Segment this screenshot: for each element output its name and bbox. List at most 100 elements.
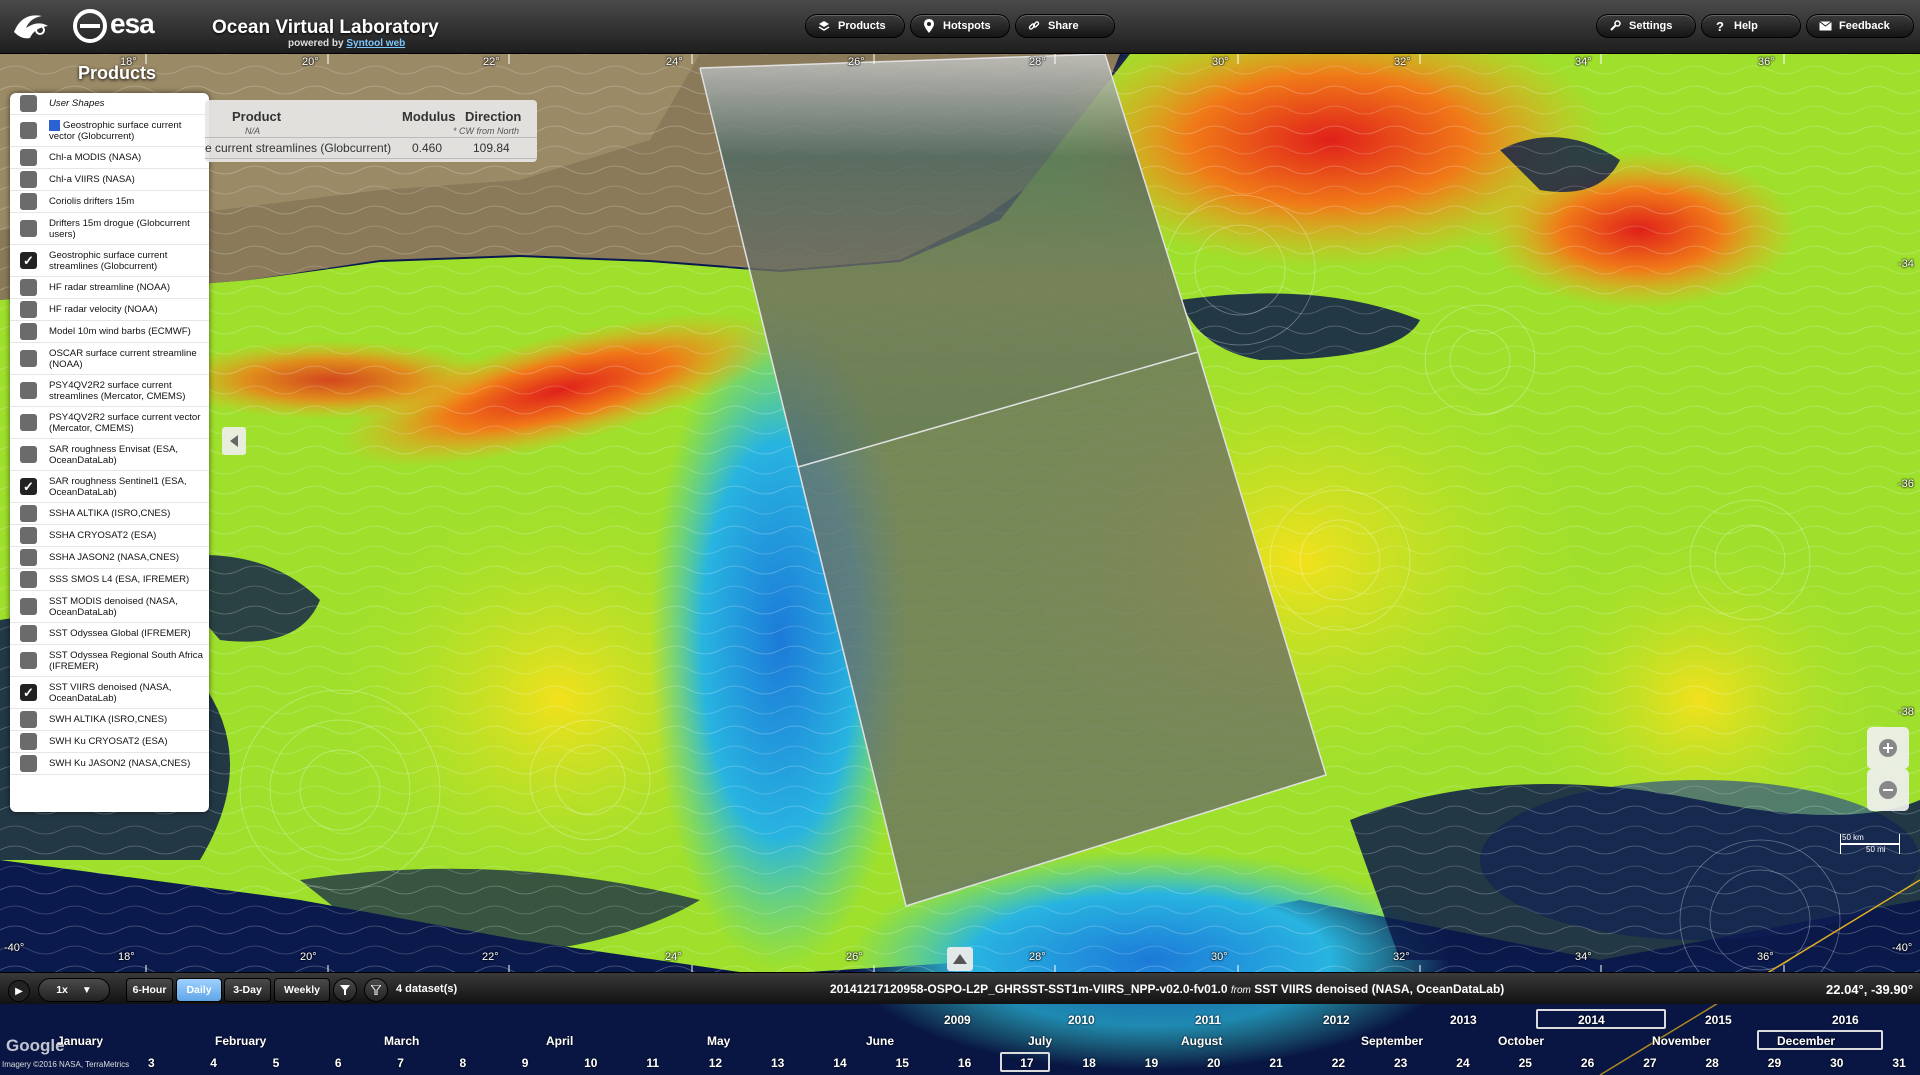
checkbox-checked[interactable]: ✓ (20, 478, 37, 495)
timeline-day[interactable]: 13 (771, 1056, 784, 1070)
help-button[interactable]: ? Help (1701, 14, 1801, 38)
timeline-day[interactable]: 6 (335, 1056, 342, 1070)
product-item[interactable]: Chl-a VIIRS (NASA) (10, 169, 209, 191)
settings-button[interactable]: Settings (1596, 14, 1696, 38)
product-item[interactable]: SWH Ku CRYOSAT2 (ESA) (10, 731, 209, 753)
speed-select[interactable]: 1x ▼ (38, 978, 110, 1002)
timeline-month[interactable]: February (215, 1034, 266, 1048)
checkbox[interactable] (20, 505, 37, 522)
timeline-day[interactable]: 30 (1830, 1056, 1843, 1070)
filter-toggle-button[interactable] (364, 978, 388, 1002)
timeline-year[interactable]: 2016 (1832, 1013, 1859, 1027)
product-item[interactable]: SST Odyssea Global (IFREMER) (10, 623, 209, 645)
product-item[interactable]: PSY4QV2R2 surface current streamlines (M… (10, 375, 209, 407)
timeline-day[interactable]: 5 (273, 1056, 280, 1070)
timeline-day[interactable]: 7 (397, 1056, 404, 1070)
product-item[interactable]: Coriolis drifters 15m (10, 191, 209, 213)
play-button[interactable]: ▶ (8, 980, 30, 1002)
product-item[interactable]: OSCAR surface current streamline (NOAA) (10, 343, 209, 375)
feedback-button[interactable]: Feedback (1806, 14, 1914, 38)
time-step-daily[interactable]: Daily (176, 978, 222, 1002)
timeline-day[interactable]: 26 (1581, 1056, 1594, 1070)
product-item[interactable]: ✓ Geostrophic surface current streamlines… (10, 245, 209, 277)
timeline-month[interactable]: September (1361, 1034, 1423, 1048)
timeline-year[interactable]: 2012 (1323, 1013, 1350, 1027)
product-item[interactable]: HF radar streamline (NOAA) (10, 277, 209, 299)
checkbox-checked[interactable]: ✓ (20, 684, 37, 701)
timeline-day[interactable]: 22 (1332, 1056, 1345, 1070)
checkbox[interactable] (20, 652, 37, 669)
timeline-day[interactable]: 12 (709, 1056, 722, 1070)
timeline-day[interactable]: 23 (1394, 1056, 1407, 1070)
product-item[interactable]: Drifters 15m drogue (Globcurrent users) (10, 213, 209, 245)
timeline-day[interactable]: 20 (1207, 1056, 1220, 1070)
checkbox[interactable] (20, 171, 37, 188)
timeline[interactable]: 2009 2010 2011 2012 2013 2014 2015 2016 January F… (0, 1004, 1920, 1075)
timeline-day[interactable]: 16 (958, 1056, 971, 1070)
timeline-day[interactable]: 8 (460, 1056, 467, 1070)
checkbox[interactable] (20, 549, 37, 566)
timeline-day[interactable]: 17 (1020, 1056, 1033, 1070)
checkbox[interactable] (20, 598, 37, 615)
timeline-day[interactable]: 27 (1643, 1056, 1656, 1070)
timeline-day[interactable]: 28 (1706, 1056, 1719, 1070)
checkbox[interactable] (20, 527, 37, 544)
product-item[interactable]: Geostrophic surface current vector (Glob… (10, 115, 209, 147)
syntool-link[interactable]: Syntool web (346, 38, 405, 49)
hotspots-button[interactable]: Hotspots (910, 14, 1010, 38)
timeline-year[interactable]: 2009 (944, 1013, 971, 1027)
checkbox-checked[interactable]: ✓ (20, 252, 37, 269)
timeline-day[interactable]: 31 (1892, 1056, 1905, 1070)
timeline-year[interactable]: 2013 (1450, 1013, 1477, 1027)
product-item[interactable]: Chl-a MODIS (NASA) (10, 147, 209, 169)
product-item[interactable]: SST Odyssea Regional South Africa (IFREM… (10, 645, 209, 677)
filter-button[interactable] (333, 978, 357, 1002)
checkbox[interactable] (20, 279, 37, 296)
product-item[interactable]: SWH ALTIKA (ISRO,CNES) (10, 709, 209, 731)
product-item[interactable]: SAR roughness Envisat (ESA, OceanDataLab… (10, 439, 209, 471)
checkbox[interactable] (20, 220, 37, 237)
time-step-6-hour[interactable]: 6-Hour (126, 978, 173, 1002)
checkbox[interactable] (20, 733, 37, 750)
timeline-month[interactable]: November (1652, 1034, 1711, 1048)
zoom-in-button[interactable] (1867, 727, 1909, 769)
timeline-year[interactable]: 2014 (1578, 1013, 1605, 1027)
timeline-day[interactable]: 3 (148, 1056, 155, 1070)
timeline-day[interactable]: 21 (1269, 1056, 1282, 1070)
checkbox[interactable] (20, 193, 37, 210)
collapse-panel-button[interactable] (222, 427, 246, 455)
product-item[interactable]: PSY4QV2R2 surface current vector (Mercat… (10, 407, 209, 439)
product-item[interactable]: ✓ SAR roughness Sentinel1 (ESA, OceanData… (10, 471, 209, 503)
product-item[interactable]: SSHA CRYOSAT2 (ESA) (10, 525, 209, 547)
timeline-day[interactable]: 18 (1083, 1056, 1096, 1070)
checkbox[interactable] (20, 446, 37, 463)
product-item[interactable]: User Shapes (10, 93, 209, 115)
product-item[interactable]: SST MODIS denoised (NASA, OceanDataLab) (10, 591, 209, 623)
checkbox[interactable] (20, 149, 37, 166)
timeline-day[interactable]: 15 (896, 1056, 909, 1070)
product-item[interactable]: SSHA JASON2 (NASA,CNES) (10, 547, 209, 569)
checkbox[interactable] (20, 323, 37, 340)
product-item[interactable]: SSS SMOS L4 (ESA, IFREMER) (10, 569, 209, 591)
checkbox[interactable] (20, 350, 37, 367)
timeline-day[interactable]: 11 (646, 1056, 659, 1070)
checkbox[interactable] (20, 95, 37, 112)
checkbox[interactable] (20, 571, 37, 588)
checkbox[interactable] (20, 382, 37, 399)
zoom-out-button[interactable] (1867, 769, 1909, 811)
checkbox[interactable] (20, 414, 37, 431)
checkbox[interactable] (20, 122, 37, 139)
timeline-year[interactable]: 2010 (1068, 1013, 1095, 1027)
timeline-month[interactable]: March (384, 1034, 419, 1048)
timeline-day[interactable]: 19 (1145, 1056, 1158, 1070)
timeline-month[interactable]: July (1028, 1034, 1052, 1048)
timeline-month[interactable]: October (1498, 1034, 1544, 1048)
share-button[interactable]: Share (1015, 14, 1115, 38)
product-item[interactable]: SWH Ku JASON2 (NASA,CNES) (10, 753, 209, 775)
timeline-year[interactable]: 2011 (1195, 1013, 1221, 1027)
timeline-month[interactable]: December (1777, 1034, 1835, 1048)
time-step-3-day[interactable]: 3-Day (224, 978, 271, 1002)
product-item[interactable]: HF radar velocity (NOAA) (10, 299, 209, 321)
checkbox[interactable] (20, 711, 37, 728)
timeline-month[interactable]: May (707, 1034, 730, 1048)
